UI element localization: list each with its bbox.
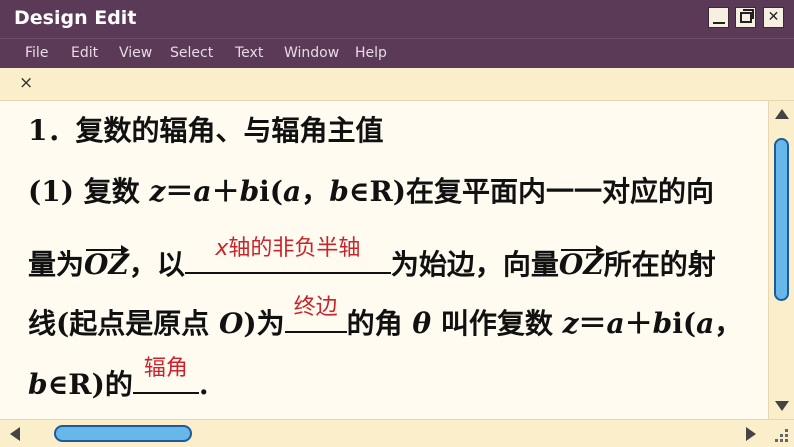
scroll-left-icon[interactable] [10,427,20,441]
text-line-3: 量为OZ，以 x轴的非负半轴 为始边，向量OZ所在的射 [28,236,716,283]
document-area[interactable]: 1．复数的辐角、与辐角主值 (1) 复数 z＝a＋bi(a，b∈R)在复平面内一… [0,101,768,419]
vertical-scroll-thumb[interactable] [774,138,789,301]
text-line-5: b∈R)的 辐角. [28,356,209,403]
menu-select[interactable]: Select [170,45,213,61]
menu-help[interactable]: Help [355,45,387,61]
close-button[interactable]: ✕ [763,7,784,28]
resize-grip-icon[interactable] [770,424,790,444]
vector-oz: OZ [84,245,129,281]
menu-view[interactable]: View [119,45,152,61]
scroll-down-icon[interactable] [775,401,789,411]
tab-close-icon[interactable]: × [19,73,33,93]
vertical-scrollbar[interactable] [768,101,794,419]
horizontal-scrollbar[interactable] [0,419,794,447]
answer-blank-argument: 辐角 [132,356,199,394]
menu-window[interactable]: Window [284,45,339,61]
maximize-button[interactable] [735,7,756,28]
heading-line: 1．复数的辐角、与辐角主值 [28,114,384,147]
answer-text: 终边 [293,295,338,320]
minimize-button[interactable] [708,7,729,28]
scroll-up-icon[interactable] [775,109,789,119]
menu-bar: File Edit View Select Text Window Help [0,38,794,68]
vector-oz-2: OZ [558,245,604,281]
answer-text: 辐角 [143,356,188,381]
app-window: Design Edit ✕ File Edit View Select Text… [0,0,794,447]
window-title: Design Edit [14,7,137,29]
horizontal-scroll-thumb[interactable] [54,425,192,442]
answer-blank-initial-side: x轴的非负半轴 [184,236,391,274]
text-line-4: 线(起点是原点 O)为 终边 的角 θ 叫作复数 z＝a＋bi(a， [28,295,742,342]
scroll-right-icon[interactable] [746,427,756,441]
close-icon: ✕ [767,9,780,25]
answer-blank-terminal-side: 终边 [284,295,347,333]
text-line-2: (1) 复数 z＝a＋bi(a，b∈R)在复平面内一一对应的向 [28,175,715,208]
menu-text[interactable]: Text [235,45,263,61]
menu-file[interactable]: File [25,45,48,61]
menu-edit[interactable]: Edit [71,45,98,61]
answer-text: x轴的非负半轴 [215,236,361,261]
title-bar[interactable]: Design Edit ✕ [0,0,794,38]
minimize-icon [713,22,725,24]
tab-bar: × [0,68,794,101]
